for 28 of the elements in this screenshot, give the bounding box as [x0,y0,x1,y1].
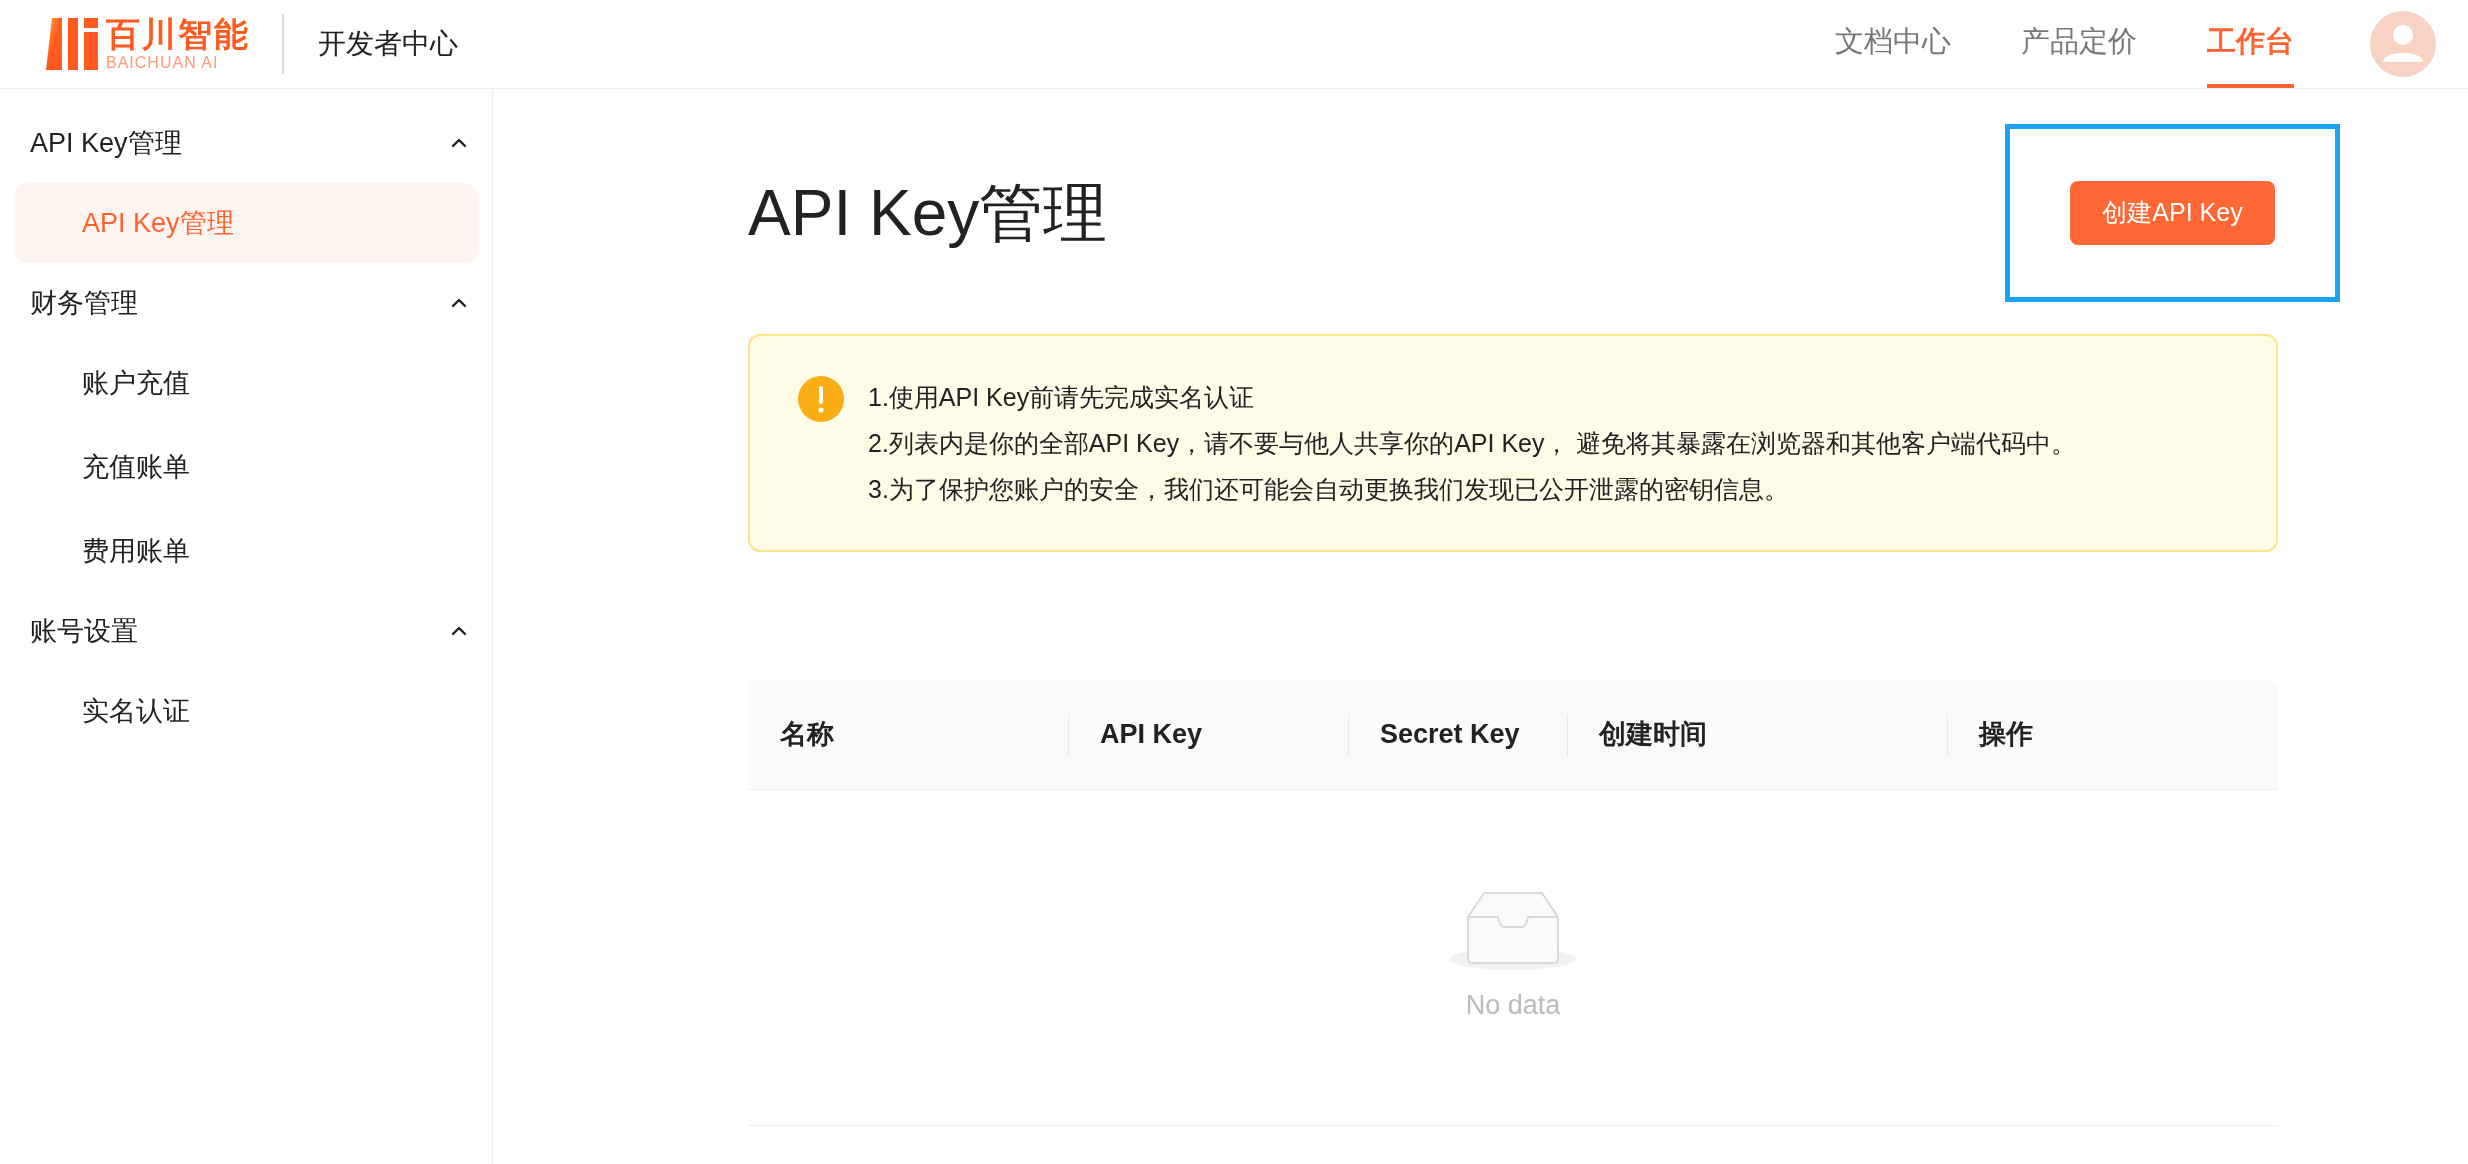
menu-item[interactable]: 账户充值 [14,343,478,423]
logo-wordmark: 百川智能 [106,17,250,51]
menu-group[interactable]: API Key管理 [0,107,492,179]
page-title: API Key管理 [748,176,1108,251]
nav-link[interactable]: 文档中心 [1835,0,1951,88]
nav-link[interactable]: 产品定价 [2021,0,2137,88]
menu-item[interactable]: 充值账单 [14,427,478,507]
notice-text: 2.列表内是你的全部API Key，请不要与他人共享你的API Key， 避免将其暴露在浏览器和其他客户端代码中。 [868,428,2077,459]
menu-item[interactable]: 实名认证 [14,671,478,751]
group-label: 账号设置 [30,614,138,648]
menu-item[interactable]: 费用账单 [14,511,478,591]
empty-inbox-icon [1448,889,1578,972]
column-header: 操作 [1977,718,2033,752]
column-header: API Key [1099,718,1203,752]
column-header: Secret Key [1379,718,1520,752]
logo-icon [46,18,100,70]
notice-text: 3.为了保护您账户的安全，我们还可能会自动更换我们发现已公开泄露的密钥信息。 [868,474,1790,505]
empty-text: No data [1465,989,1561,1023]
group-label: 财务管理 [30,286,138,320]
column-header: 创建时间 [1597,718,1707,752]
menu-group[interactable]: 账号设置 [0,595,492,667]
logo-subtitle: BAICHUAN AI [106,55,220,71]
group-label: API Key管理 [30,126,182,160]
section-title: 开发者中心 [318,27,458,61]
column-header: 名称 [779,718,834,752]
notice-text: 1.使用API Key前请先完成实名认证 [868,382,1256,413]
menu-group[interactable]: 财务管理 [0,267,492,339]
warning-icon [798,376,844,422]
